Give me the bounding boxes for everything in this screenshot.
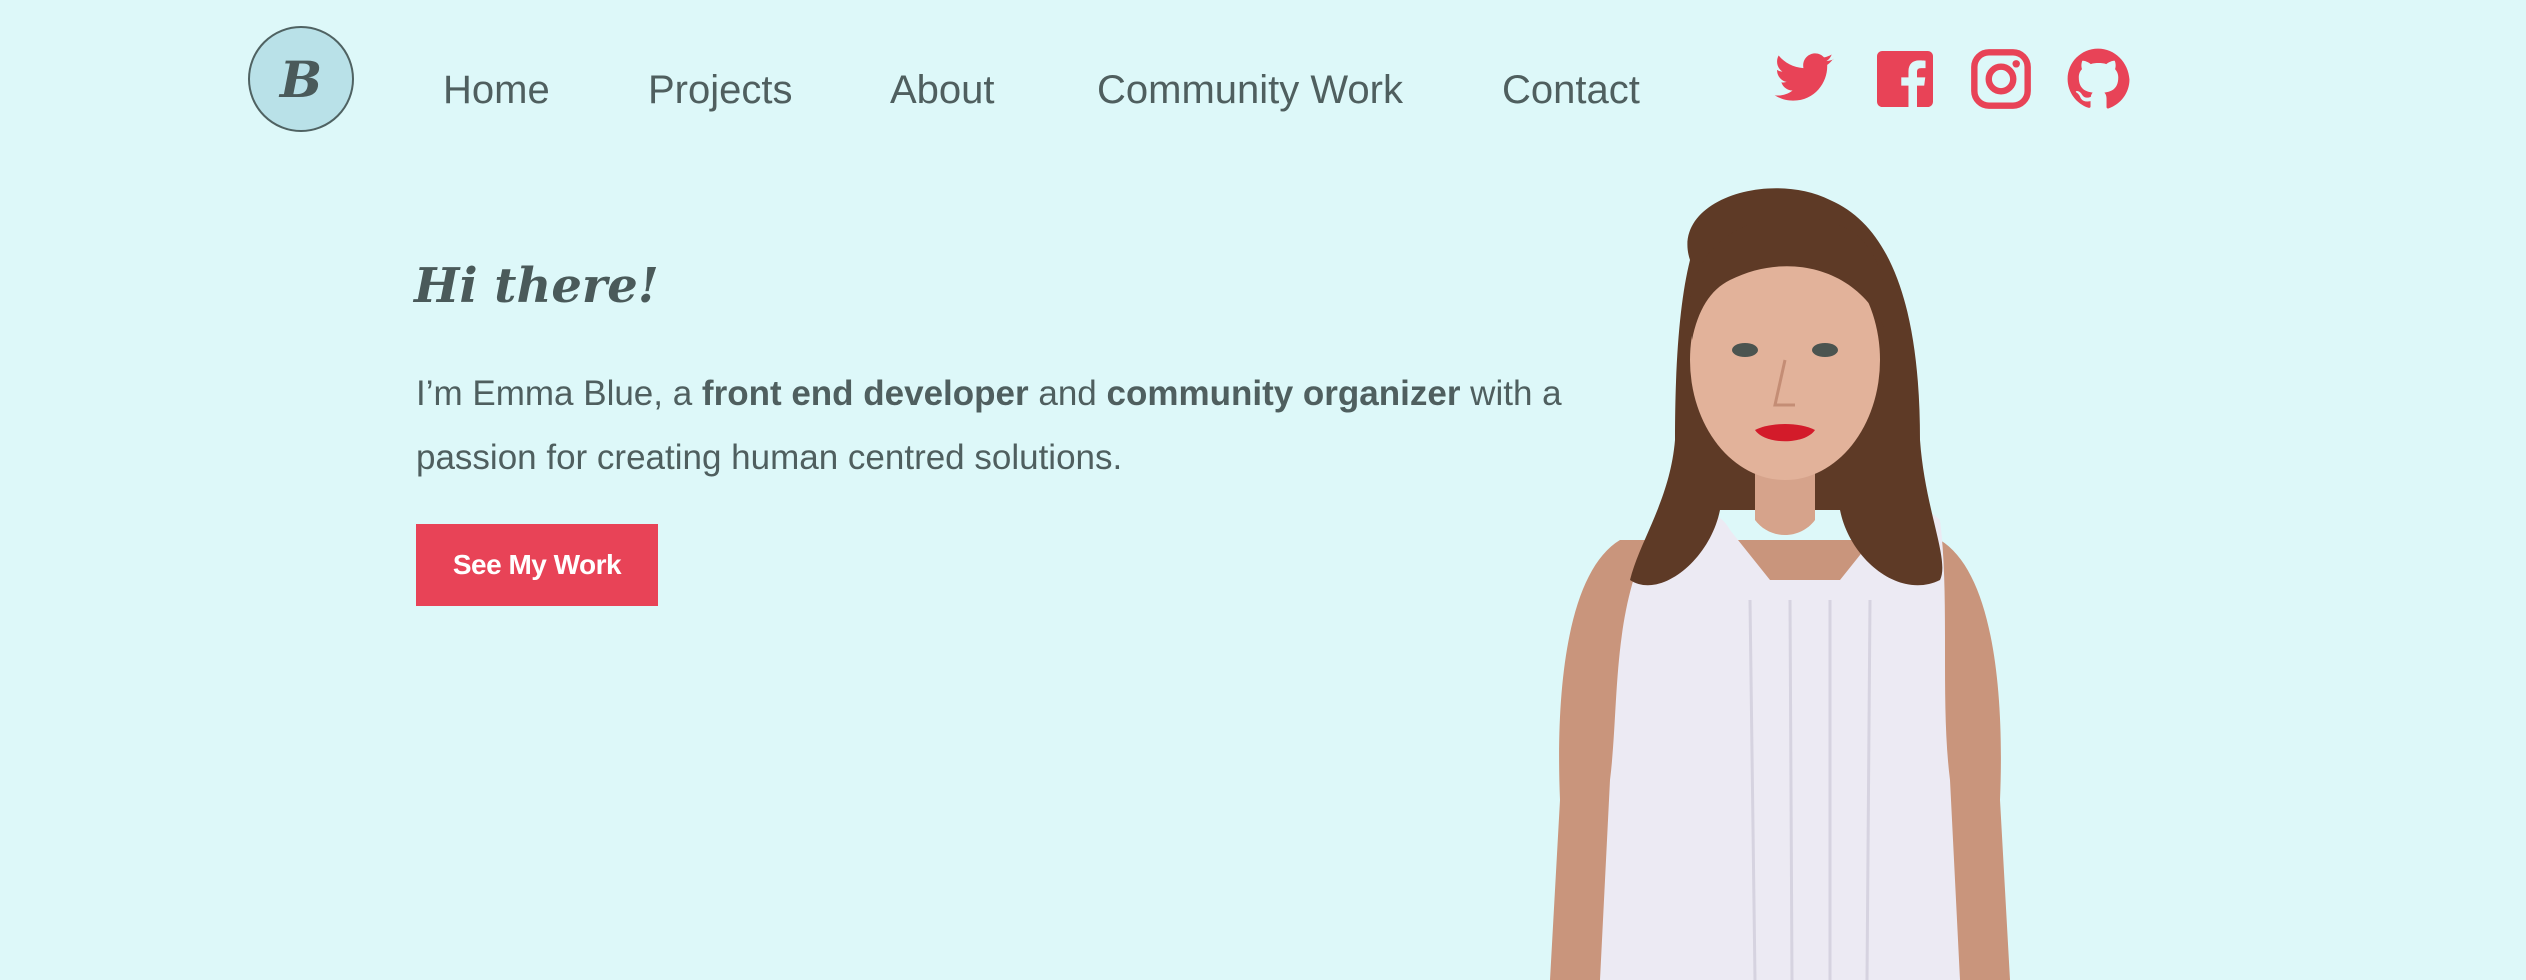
github-icon[interactable] <box>2066 47 2130 111</box>
twitter-icon[interactable] <box>1772 47 1836 111</box>
intro-joiner: and <box>1028 374 1107 413</box>
see-my-work-button[interactable]: See My Work <box>416 524 658 606</box>
nav-contact[interactable]: Contact <box>1502 60 1640 120</box>
role-community: community organizer <box>1106 374 1461 413</box>
nav-about[interactable]: About <box>890 60 995 120</box>
nav-home[interactable]: Home <box>443 60 550 120</box>
facebook-icon[interactable] <box>1873 47 1937 111</box>
nav-community-work[interactable]: Community Work <box>1097 60 1403 120</box>
role-front-end: front end developer <box>701 374 1029 413</box>
instagram-icon[interactable] <box>1969 47 2033 111</box>
hero-title: Hi there! <box>414 258 659 314</box>
intro-prefix: I’m Emma Blue, a <box>416 374 702 413</box>
site-logo[interactable]: B <box>248 26 354 132</box>
nav-projects[interactable]: Projects <box>648 60 793 120</box>
portrait-photo <box>1550 188 2010 980</box>
hero-intro: I’m Emma Blue, a front end developer and… <box>416 362 1566 490</box>
